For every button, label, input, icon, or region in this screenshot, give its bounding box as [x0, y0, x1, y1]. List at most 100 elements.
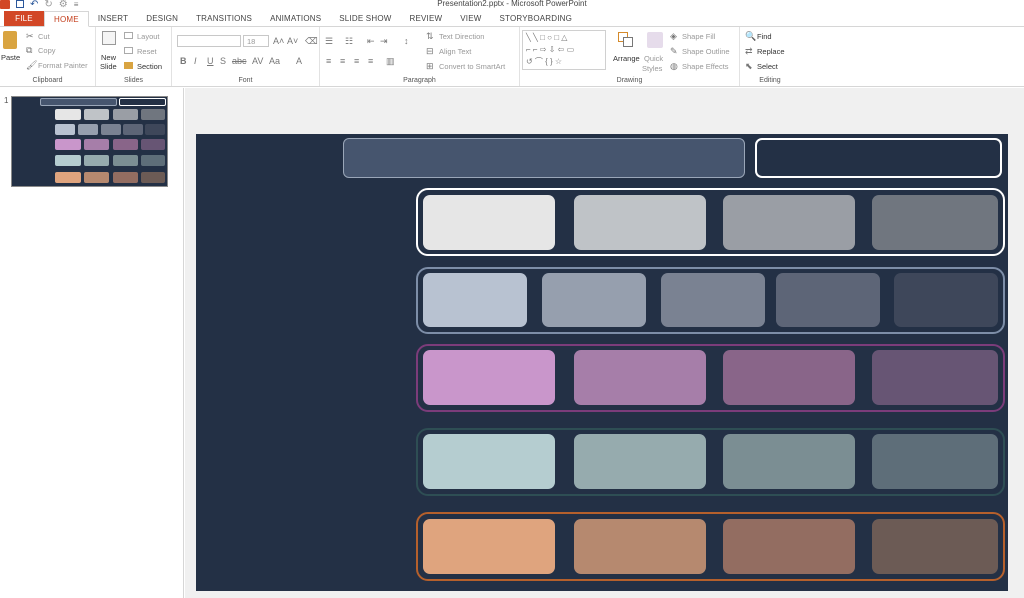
clear-format-icon[interactable]: ⌫ — [305, 36, 318, 46]
grow-font-icon[interactable]: A˄ — [273, 36, 284, 46]
justify-icon[interactable]: ≡ — [368, 56, 373, 66]
tab-file[interactable]: FILE — [4, 11, 44, 26]
reset-button[interactable]: Reset — [137, 47, 157, 56]
quick-styles-label-1[interactable]: Quick — [644, 54, 663, 63]
shape-effects-icon[interactable]: ◍ — [670, 61, 678, 71]
title-placeholder-box[interactable] — [343, 138, 745, 178]
row1-tile-3[interactable] — [723, 195, 855, 250]
slide-thumbnail[interactable] — [11, 96, 168, 187]
row2-tile-4[interactable] — [776, 273, 880, 327]
numbering-icon[interactable]: ☷ — [345, 36, 353, 46]
row1-tile-1[interactable] — [423, 195, 555, 250]
convert-smartart-button[interactable]: Convert to SmartArt — [439, 62, 505, 71]
underline-icon[interactable]: U — [207, 56, 214, 66]
tab-insert[interactable]: INSERT — [89, 11, 137, 26]
quick-styles-icon[interactable] — [647, 32, 663, 48]
row2-tile-3[interactable] — [661, 273, 765, 327]
row2-tile-2[interactable] — [542, 273, 646, 327]
arrow-shapes-icon[interactable]: ⌐ ⌐ ⇨ ⇩ ⇦ ▭ — [526, 45, 574, 55]
align-right-icon[interactable]: ≡ — [354, 56, 359, 66]
arrange-button[interactable]: Arrange — [613, 54, 640, 63]
shapes-gallery[interactable]: ╲ ╲ □ ○ □ △ ⌐ ⌐ ⇨ ⇩ ⇦ ▭ ↺ ⌒ { } ☆ — [522, 30, 606, 70]
line-shape-icon[interactable]: ╲ ╲ □ ○ □ △ — [526, 33, 567, 43]
row5-tile-3[interactable] — [723, 519, 855, 574]
smartart-icon[interactable]: ⊞ — [426, 61, 434, 71]
replace-button[interactable]: Replace — [757, 47, 785, 56]
tab-design[interactable]: DESIGN — [137, 11, 187, 26]
cut-icon[interactable]: ✂ — [26, 31, 34, 41]
slide-canvas[interactable] — [196, 134, 1008, 591]
layout-icon[interactable] — [124, 32, 133, 39]
section-button[interactable]: Section — [137, 62, 162, 71]
find-button[interactable]: Find — [757, 32, 772, 41]
tab-slide-show[interactable]: SLIDE SHOW — [330, 11, 400, 26]
select-button[interactable]: Select — [757, 62, 778, 71]
char-spacing-icon[interactable]: AV — [252, 56, 263, 66]
row2-tile-1[interactable] — [423, 273, 527, 327]
shape-outline-button[interactable]: Shape Outline — [682, 47, 730, 56]
line-spacing-icon[interactable]: ↕ — [404, 36, 409, 46]
quick-styles-label-2[interactable]: Styles — [642, 64, 662, 73]
font-size-field[interactable]: 18 — [243, 35, 269, 47]
tab-animations[interactable]: ANIMATIONS — [261, 11, 330, 26]
copy-button[interactable]: Copy — [38, 46, 56, 55]
row3-tile-3[interactable] — [723, 350, 855, 405]
reset-icon[interactable] — [124, 47, 133, 54]
row4-tile-3[interactable] — [723, 434, 855, 489]
find-icon[interactable]: 🔍 — [745, 31, 756, 41]
row5-tile-1[interactable] — [423, 519, 555, 574]
align-text-icon[interactable]: ⊟ — [426, 46, 434, 56]
new-slide-icon[interactable] — [102, 31, 116, 45]
row5-tile-4[interactable] — [872, 519, 998, 574]
copy-icon[interactable]: ⧉ — [26, 45, 32, 55]
section-icon[interactable] — [124, 62, 133, 69]
tab-home[interactable]: HOME — [44, 11, 89, 27]
layout-button[interactable]: Layout — [137, 32, 160, 41]
align-center-icon[interactable]: ≡ — [340, 56, 345, 66]
increase-indent-icon[interactable]: ⇥ — [380, 36, 388, 46]
shape-fill-button[interactable]: Shape Fill — [682, 32, 715, 41]
font-color-icon[interactable]: A — [296, 56, 302, 66]
select-icon[interactable]: ⬉ — [745, 61, 753, 71]
row3-tile-4[interactable] — [872, 350, 998, 405]
paste-icon[interactable] — [3, 31, 17, 49]
row4-tile-2[interactable] — [574, 434, 706, 489]
columns-icon[interactable]: ▥ — [386, 56, 395, 66]
row2-tile-5[interactable] — [894, 273, 998, 327]
row3-tile-1[interactable] — [423, 350, 555, 405]
shape-outline-icon[interactable]: ✎ — [670, 46, 678, 56]
subtitle-placeholder-box[interactable] — [755, 138, 1002, 178]
shadow-icon[interactable]: S — [220, 56, 226, 66]
text-direction-button[interactable]: Text Direction — [439, 32, 484, 41]
shrink-font-icon[interactable]: A˅ — [287, 36, 298, 46]
align-text-button[interactable]: Align Text — [439, 47, 471, 56]
strikethrough-icon[interactable]: abc — [232, 56, 247, 66]
tab-transitions[interactable]: TRANSITIONS — [187, 11, 261, 26]
row1-tile-2[interactable] — [574, 195, 706, 250]
shape-fill-icon[interactable]: ◈ — [670, 31, 677, 41]
row4-tile-4[interactable] — [872, 434, 998, 489]
text-direction-icon[interactable]: ⇅ — [426, 31, 434, 41]
font-name-field[interactable] — [177, 35, 241, 47]
decrease-indent-icon[interactable]: ⇤ — [367, 36, 375, 46]
new-slide-label-1[interactable]: New — [101, 53, 116, 62]
tab-review[interactable]: REVIEW — [401, 11, 452, 26]
bold-icon[interactable]: B — [180, 56, 187, 66]
bullets-icon[interactable]: ☰ — [325, 36, 333, 46]
shape-effects-button[interactable]: Shape Effects — [682, 62, 729, 71]
format-painter-icon[interactable]: 🖌 — [26, 60, 37, 70]
tab-storyboarding[interactable]: STORYBOARDING — [491, 11, 582, 26]
change-case-icon[interactable]: Aa — [269, 56, 280, 66]
misc-shapes-icon[interactable]: ↺ ⌒ { } ☆ — [526, 57, 562, 67]
arrange-icon[interactable] — [618, 32, 633, 47]
row4-tile-1[interactable] — [423, 434, 555, 489]
new-slide-label-2[interactable]: Slide — [100, 62, 117, 71]
tab-view[interactable]: VIEW — [451, 11, 490, 26]
cut-button[interactable]: Cut — [38, 32, 50, 41]
align-left-icon[interactable]: ≡ — [326, 56, 331, 66]
replace-icon[interactable]: ⇄ — [745, 46, 753, 56]
row3-tile-2[interactable] — [574, 350, 706, 405]
format-painter-button[interactable]: Format Painter — [38, 61, 88, 70]
italic-icon[interactable]: I — [194, 56, 197, 66]
paste-button[interactable]: Paste — [1, 53, 20, 62]
